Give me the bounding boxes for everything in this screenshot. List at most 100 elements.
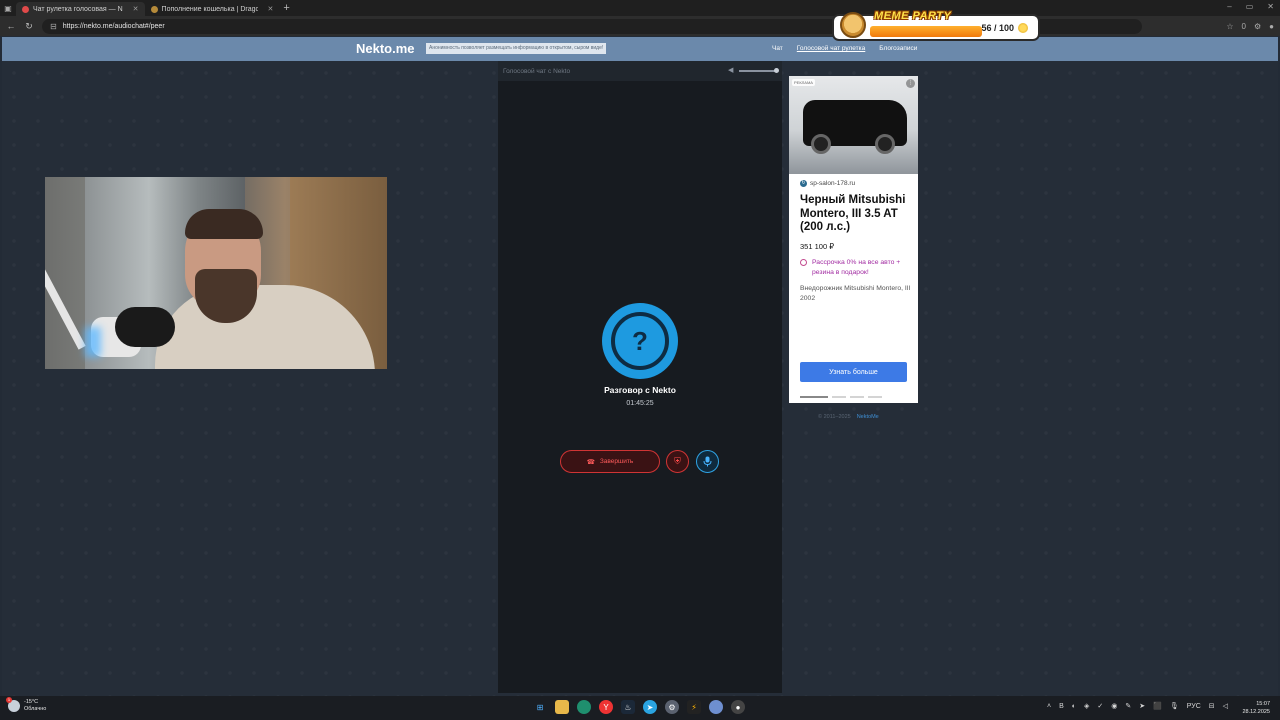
taskbar-apps: ⊞ Y ♨ ➤ ⚙ ⚡ ● (533, 700, 745, 714)
clock-icon (800, 259, 807, 266)
language-indicator[interactable]: РУС (1187, 703, 1201, 710)
ad-carousel-dot[interactable] (832, 396, 846, 398)
weather-temp: -15°C (24, 699, 39, 705)
end-call-button[interactable]: ☎ Завершить (560, 450, 660, 473)
volume-control[interactable]: ◀ (728, 67, 779, 74)
meme-party-count: 56 / 100 (981, 22, 1028, 33)
chat-header: Голосовой чат с Nekto ◀ (498, 61, 782, 81)
end-call-label: Завершить (599, 458, 634, 465)
volume-icon[interactable]: ◁ (1223, 702, 1228, 710)
minimize-icon[interactable]: – (1227, 2, 1231, 11)
weather-badge: 1 (6, 697, 12, 703)
nav-item-blog[interactable]: Блогозаписи (879, 45, 917, 52)
tray-chevron-icon[interactable]: ˄ (1047, 703, 1051, 710)
clock-date: 28.12.2025 (1242, 709, 1270, 715)
ad-menu-icon[interactable]: ⋮ (906, 79, 915, 88)
ad-car-wheel (875, 134, 895, 154)
coin-icon (1018, 22, 1028, 33)
tray-app-icon[interactable]: B (1059, 703, 1064, 710)
advertisement[interactable]: РЕКЛАМА ⋮ ↻ sp-salon-178.ru Черный Mitsu… (789, 76, 918, 403)
ad-price: 351 100 ₽ (800, 242, 834, 251)
lightning-app-icon[interactable]: ⚡ (687, 700, 701, 714)
weather-widget[interactable]: 1 -15°C Облачно (6, 697, 47, 713)
webcam-microphone-foam (115, 307, 175, 347)
ad-domain-icon: ↻ (800, 180, 807, 187)
ad-badge: РЕКЛАМА (792, 79, 815, 86)
ad-carousel-dot[interactable] (850, 396, 864, 398)
ad-title[interactable]: Черный Mitsubishi Montero, III 3.5 AT (2… (800, 194, 912, 235)
volume-slider-knob[interactable] (774, 68, 779, 73)
webcam-person-hair (185, 209, 263, 239)
nav-item-voice-chat[interactable]: Голосовой чат рулетка (797, 45, 865, 52)
volume-slider[interactable] (739, 68, 779, 73)
system-tray: ˄ B ◐ ◈ ✓ ◉ ✎ ➤ ⬛ 🎙 РУС ⊟ ◁ (1047, 702, 1228, 711)
microphone-button[interactable] (696, 450, 719, 473)
ad-domain[interactable]: ↻ sp-salon-178.ru (800, 180, 855, 187)
tray-app-icon[interactable]: ◐ (1072, 703, 1076, 710)
microphone-icon (703, 456, 712, 467)
ad-description: Внедорожник Mitsubishi Montero, III 2002 (800, 285, 911, 302)
webcam-overlay (45, 177, 387, 369)
cloud-icon: 1 (6, 697, 20, 712)
profile-avatar[interactable]: ● (1269, 22, 1274, 31)
tray-app-icon[interactable]: ➤ (1139, 702, 1145, 710)
hang-up-icon: ☎ (586, 458, 595, 466)
maximize-icon[interactable]: ▭ (1246, 2, 1254, 11)
meme-party-count-text: 56 / 100 (981, 22, 1014, 33)
tab-favicon-icon (150, 5, 158, 13)
telegram-icon[interactable]: ➤ (643, 700, 657, 714)
obs-icon[interactable]: ● (731, 700, 745, 714)
ad-promo-text: Рассрочка 0% на все авто + резина в пода… (812, 259, 901, 276)
voice-chat-panel: Голосовой чат с Nekto ◀ ? Разговор с Nek… (498, 61, 782, 693)
webcam-light-glow (85, 327, 101, 357)
bookmark-icon[interactable]: ☆ (1226, 22, 1233, 31)
tray-app-icon[interactable]: ✓ (1097, 702, 1103, 710)
ad-carousel-dot-active[interactable] (800, 396, 828, 398)
site-logo[interactable]: Nekto.me (356, 41, 415, 56)
back-icon[interactable]: ← (6, 21, 16, 31)
edge-browser-icon[interactable] (577, 700, 591, 714)
file-explorer-icon[interactable] (555, 700, 569, 714)
conversation-timer: 01:45:25 (626, 400, 654, 407)
settings-icon[interactable]: ⚙ (665, 700, 679, 714)
ad-promo: Рассрочка 0% на все авто + резина в пода… (800, 258, 912, 277)
app-icon[interactable] (709, 700, 723, 714)
site-header: Nekto.me Анонимность позволяет размещать… (2, 37, 1278, 61)
taskbar-clock[interactable]: 15:07 28.12.2025 (1242, 700, 1270, 716)
site-info-icon[interactable]: ⊟ (50, 22, 57, 31)
microphone-tray-icon[interactable]: 🎙 (1170, 702, 1179, 710)
reload-icon[interactable]: ↻ (24, 21, 34, 32)
weather-desc: Облачно (24, 706, 47, 712)
taskbar: 1 -15°C Облачно ⊞ Y ♨ ➤ ⚙ ⚡ ● ˄ B ◐ ◈ ✓ … (0, 696, 1280, 720)
report-button[interactable]: ⛨ (666, 450, 689, 473)
address-bar-actions: ☆ 0 ⚙ ● (1226, 22, 1274, 31)
shield-icon: ⛨ (674, 456, 681, 466)
tray-app-icon[interactable]: ⬛ (1153, 702, 1162, 710)
close-window-icon[interactable]: ✕ (1267, 2, 1274, 11)
site-footer: © 2011–2025 NektoMe (818, 414, 879, 420)
tab-actions-icon[interactable]: ▣ (0, 1, 16, 15)
ad-car-photo[interactable]: РЕКЛАМА ⋮ (789, 76, 918, 174)
browser-tab[interactable]: Пополнение кошелька | Dragon ✕ (145, 2, 280, 16)
tray-app-icon[interactable]: ✎ (1125, 702, 1131, 710)
site-nav: Чат Голосовой чат рулетка Блогозаписи (772, 45, 917, 52)
tray-app-icon[interactable]: ◉ (1111, 702, 1117, 710)
steam-icon[interactable]: ♨ (621, 700, 635, 714)
webcam-mic-arm (45, 266, 86, 350)
tab-close-icon[interactable]: ✕ (133, 5, 139, 13)
network-icon[interactable]: ⊟ (1209, 702, 1215, 710)
tab-close-icon[interactable]: ✕ (268, 5, 274, 13)
yandex-browser-icon[interactable]: Y (599, 700, 613, 714)
meme-party-widget: MEME PARTY 56 / 100 (832, 10, 1040, 41)
browser-tab-strip: ▣ Чат рулетка голосовая — N ✕ Пополнение… (0, 0, 1280, 16)
windows-start-icon[interactable]: ⊞ (533, 700, 547, 714)
browser-tab-active[interactable]: Чат рулетка голосовая — N ✕ (16, 2, 145, 16)
footer-link[interactable]: NektoMe (857, 414, 879, 420)
nav-item-chat[interactable]: Чат (772, 45, 783, 52)
url-text: https://nekto.me/audiochat#/peer (62, 22, 165, 30)
extensions-icon[interactable]: ⚙ (1254, 22, 1261, 31)
tray-app-icon[interactable]: ◈ (1084, 702, 1089, 710)
new-tab-icon[interactable]: + (283, 2, 289, 14)
ad-learn-more-button[interactable]: Узнать больше (800, 362, 907, 382)
ad-carousel-dot[interactable] (868, 396, 882, 398)
